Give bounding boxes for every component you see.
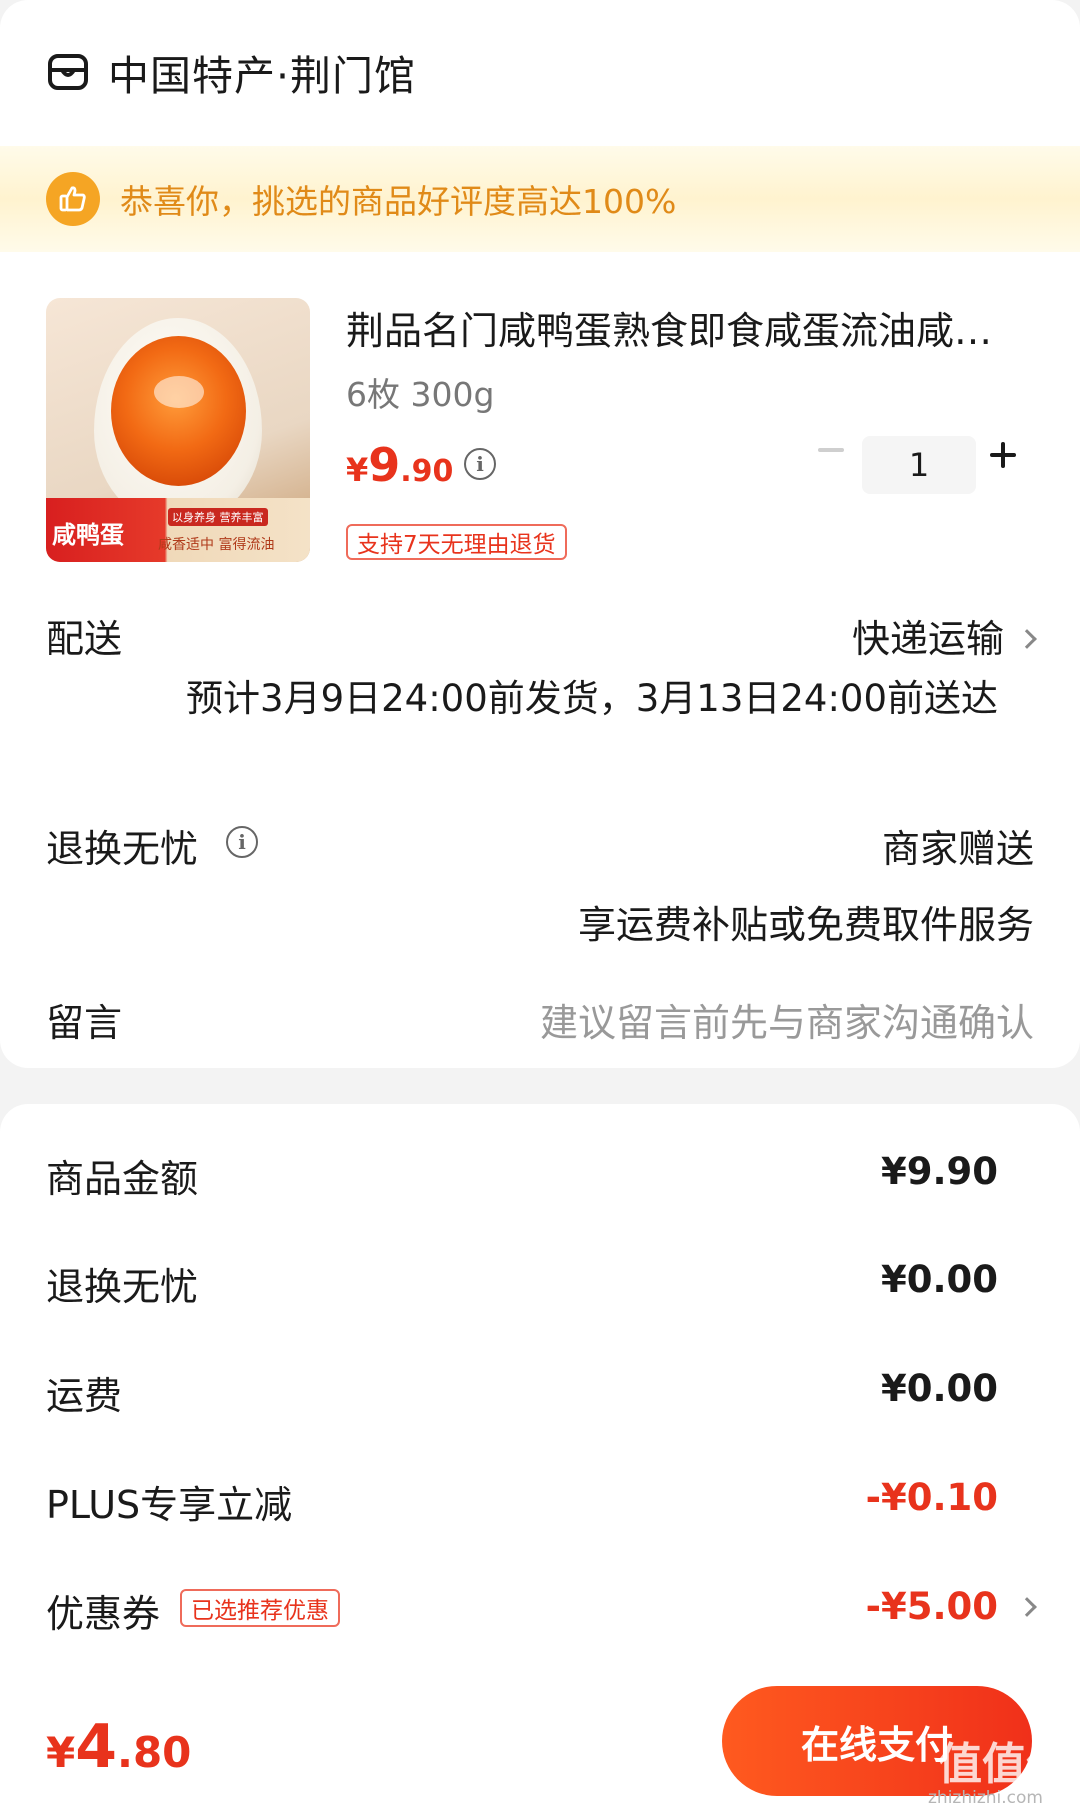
message-label: 留言	[46, 1001, 123, 1045]
product-spec: 6枚 300g	[346, 375, 495, 414]
worry-free-label: 退换无忧	[46, 818, 198, 873]
delivery-label: 配送	[46, 617, 123, 661]
order-total: ¥ 4 .80	[46, 1712, 191, 1782]
store-icon	[48, 54, 88, 90]
info-icon[interactable]: i	[464, 448, 496, 480]
store-name: 中国特产·荆门馆	[108, 52, 417, 100]
watermark-logo: 值值值	[938, 1739, 1070, 1790]
fee-value-goods: ¥9.90	[880, 1150, 998, 1193]
message-input[interactable]: 建议留言前先与商家沟通确认	[540, 992, 1034, 1047]
fee-label-coupon: 优惠券	[46, 1592, 161, 1636]
watermark-text: zhizhizhi.com	[928, 1788, 1043, 1808]
order-card: 中国特产·荆门馆 恭喜你，挑选的商品好评度高达100% 咸鸭蛋 以身养身 营养丰…	[0, 0, 1080, 1068]
total-integer: 4	[75, 1712, 117, 1782]
worry-free-subsidy: 享运费补贴或免费取件服务	[577, 903, 1034, 947]
image-label-main: 咸鸭蛋	[52, 521, 124, 549]
rating-banner: 恭喜你，挑选的商品好评度高达100%	[0, 146, 1080, 252]
worry-free-label-text: 退换无忧	[46, 827, 199, 871]
chevron-right-icon	[1017, 628, 1037, 649]
quantity-plus-button[interactable]	[990, 440, 1020, 470]
product-image[interactable]: 咸鸭蛋 以身养身 营养丰富 咸香适中 富得流油	[46, 298, 310, 562]
fee-value-shipping: ¥0.00	[880, 1367, 998, 1410]
fee-value-worry-free: ¥0.00	[880, 1258, 998, 1301]
worry-free-info-icon[interactable]: i	[226, 826, 258, 858]
fee-label-goods: 商品金额	[46, 1157, 199, 1201]
fee-label-plus-discount: PLUS专享立减	[46, 1483, 293, 1527]
total-currency: ¥	[46, 1728, 76, 1777]
delivery-eta: 预计3月9日24:00前发货，3月13日24:00前送达	[186, 677, 998, 720]
store-header[interactable]: 中国特产·荆门馆	[46, 42, 416, 102]
coupon-tag: 已选推荐优惠	[180, 1589, 340, 1627]
price-integer: 9	[368, 438, 401, 492]
fee-label-shipping: 运费	[46, 1374, 123, 1418]
product-price: ¥ 9 .90	[346, 438, 453, 492]
return-policy-tag: 支持7天无理由退货	[346, 524, 567, 560]
egg-yolk	[111, 336, 246, 486]
egg-shine	[154, 376, 204, 408]
image-label-tag: 以身养身 营养丰富	[168, 508, 268, 526]
fee-label-worry-free: 退换无忧	[46, 1265, 199, 1309]
price-currency: ¥	[346, 451, 369, 489]
total-decimal: .80	[116, 1728, 192, 1777]
rating-text: 恭喜你，挑选的商品好评度高达100%	[120, 182, 677, 221]
quantity-input[interactable]: 1	[862, 436, 976, 494]
delivery-method: 快递运输	[851, 617, 1004, 661]
worry-free-value: 商家赠送	[881, 827, 1034, 871]
price-decimal: .90	[400, 454, 454, 489]
thumbs-up-icon	[46, 172, 100, 226]
image-label-sub: 咸香适中 富得流油	[158, 537, 275, 553]
product-title[interactable]: 荆品名门咸鸭蛋熟食即食咸蛋流油咸…	[346, 300, 1032, 355]
fee-value-coupon[interactable]: -¥5.00	[866, 1585, 998, 1628]
delivery-method-selector[interactable]: 快递运输	[851, 608, 1037, 663]
fee-value-plus-discount: -¥0.10	[865, 1476, 998, 1519]
quantity-minus-button[interactable]	[818, 448, 844, 452]
